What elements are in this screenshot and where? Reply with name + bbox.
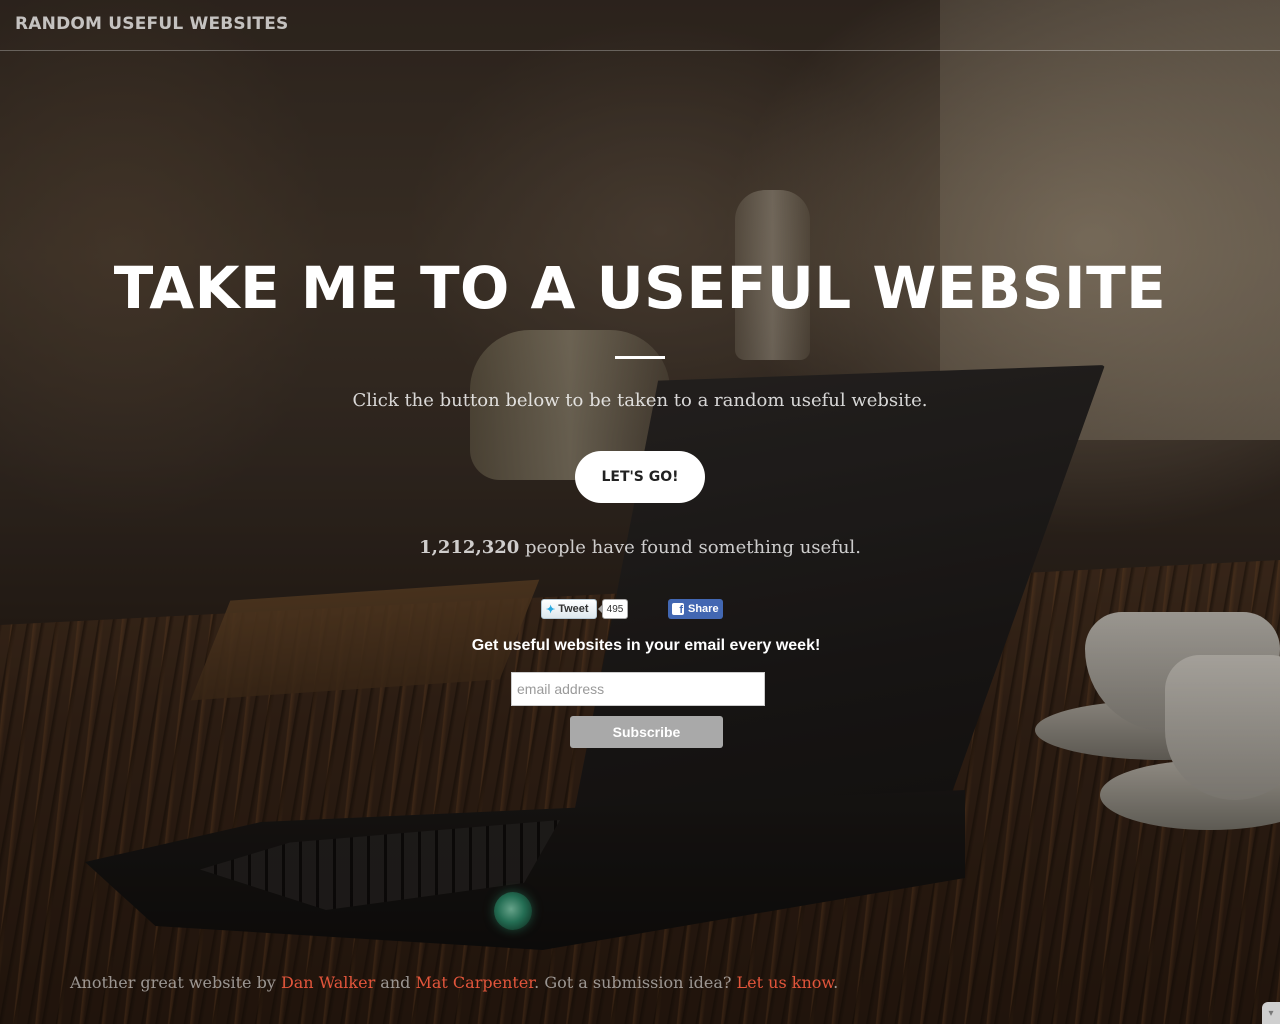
tweet-label: Tweet bbox=[558, 603, 589, 615]
newsletter-heading: Get useful websites in your email every … bbox=[471, 637, 821, 654]
author-link-mat-carpenter[interactable]: Mat Carpenter bbox=[415, 973, 534, 992]
corner-widget-icon[interactable]: ▾ bbox=[1262, 1002, 1280, 1024]
found-count-number: 1,212,320 bbox=[419, 537, 520, 558]
top-navbar: RANDOM USEFUL WEBSITES bbox=[0, 0, 1280, 51]
found-count-suffix: people have found something useful. bbox=[519, 537, 861, 558]
facebook-share-button[interactable]: f Share bbox=[668, 599, 723, 619]
brand-link[interactable]: RANDOM USEFUL WEBSITES bbox=[15, 14, 288, 34]
share-label: Share bbox=[688, 603, 719, 615]
found-count-text: 1,212,320 people have found something us… bbox=[0, 537, 1280, 558]
footer-prefix: Another great website by bbox=[70, 973, 281, 992]
email-input[interactable] bbox=[511, 672, 765, 706]
subscribe-button[interactable]: Subscribe bbox=[570, 716, 723, 748]
tweet-button[interactable]: ✦ Tweet bbox=[541, 599, 597, 619]
tweet-count-badge: 495 bbox=[598, 599, 628, 619]
hero-subtitle: Click the button below to be taken to a … bbox=[352, 390, 928, 411]
lets-go-button[interactable]: LET'S GO! bbox=[575, 451, 705, 503]
submission-link[interactable]: Let us know bbox=[737, 973, 834, 992]
twitter-bird-icon: ✦ bbox=[546, 603, 556, 616]
footer-and: and bbox=[375, 973, 416, 992]
footer-suffix: . bbox=[833, 973, 839, 992]
footer-middle: . Got a submission idea? bbox=[534, 973, 737, 992]
facebook-f-icon: f bbox=[672, 603, 684, 616]
author-link-dan-walker[interactable]: Dan Walker bbox=[281, 973, 375, 992]
title-divider bbox=[615, 356, 665, 359]
background-photo bbox=[0, 0, 1280, 1024]
page-title: TAKE ME TO A USEFUL WEBSITE bbox=[113, 254, 1167, 322]
footer-credits: Another great website by Dan Walker and … bbox=[70, 973, 838, 992]
